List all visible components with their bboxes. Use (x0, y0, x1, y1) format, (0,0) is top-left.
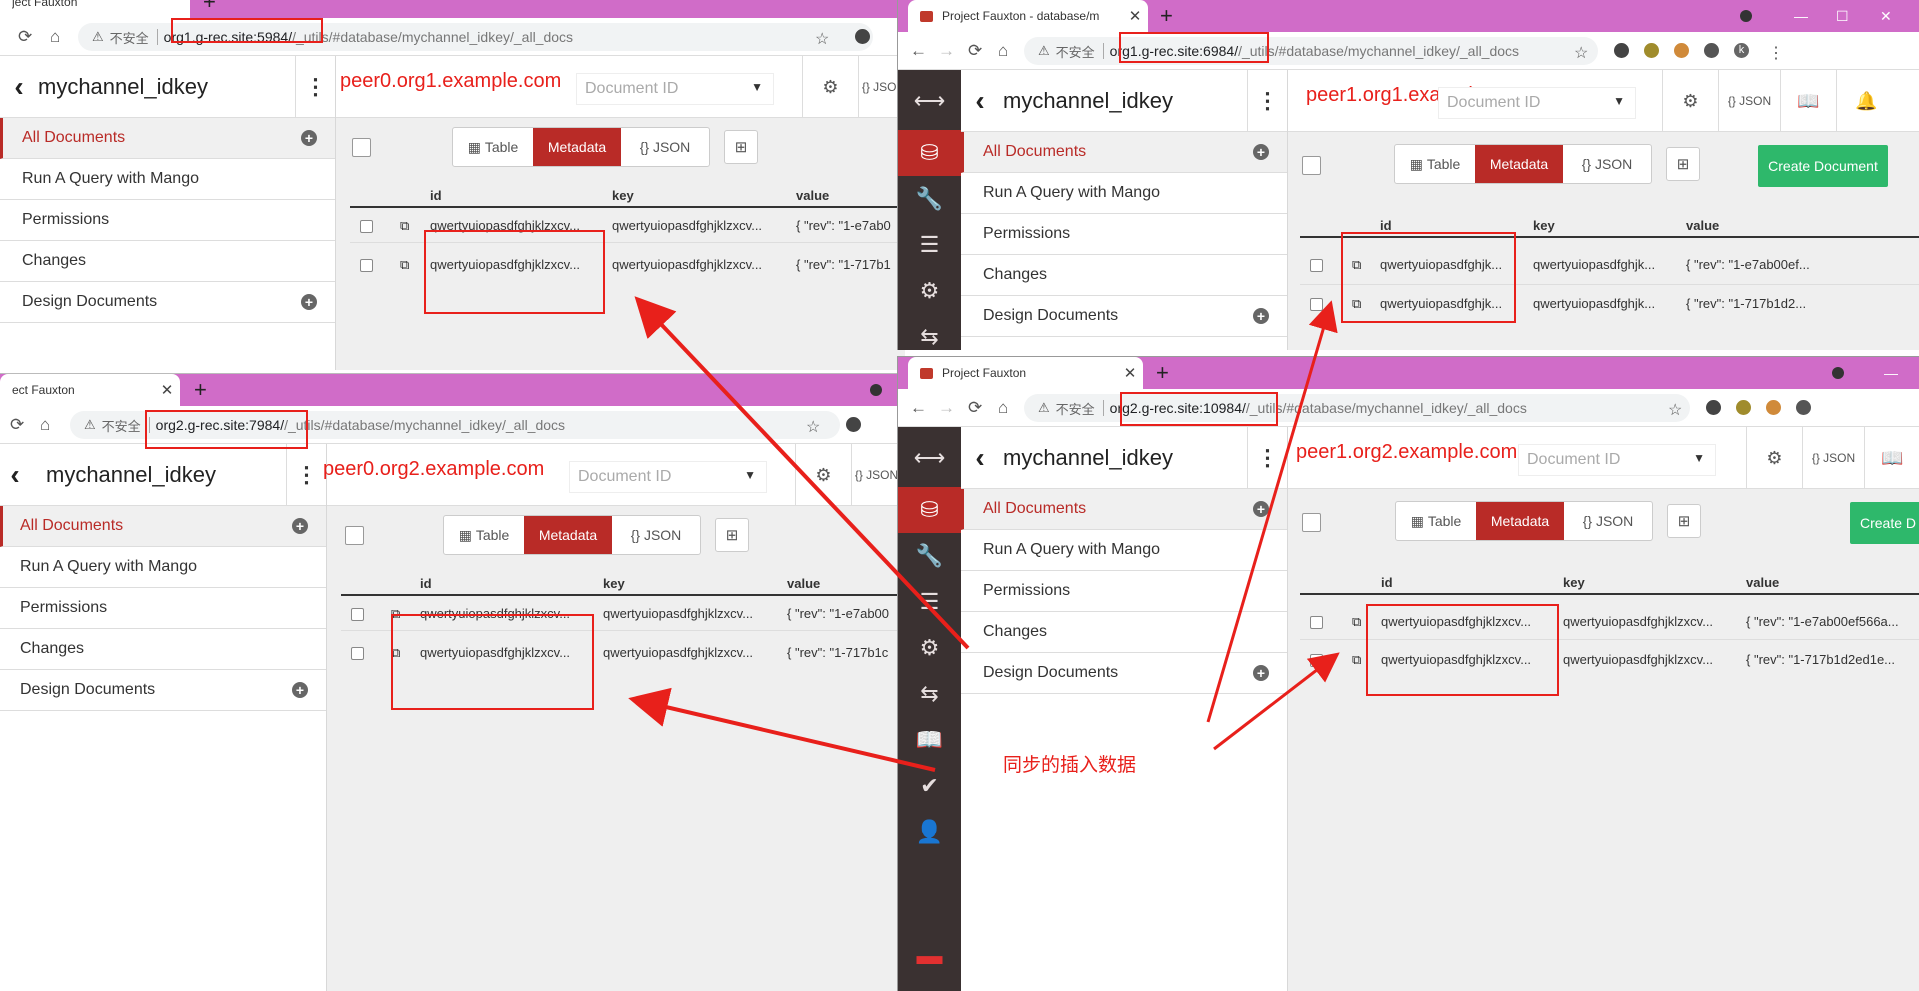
arrow-to-window4 (1213, 652, 1340, 751)
sync-annotation-text: 同步的插入数据 (1003, 755, 1137, 776)
arrow-to-window1 (634, 296, 970, 650)
arrow-to-window2 (1206, 300, 1338, 723)
arrow-to-window3 (628, 687, 936, 772)
annotation-arrows (628, 296, 1340, 772)
